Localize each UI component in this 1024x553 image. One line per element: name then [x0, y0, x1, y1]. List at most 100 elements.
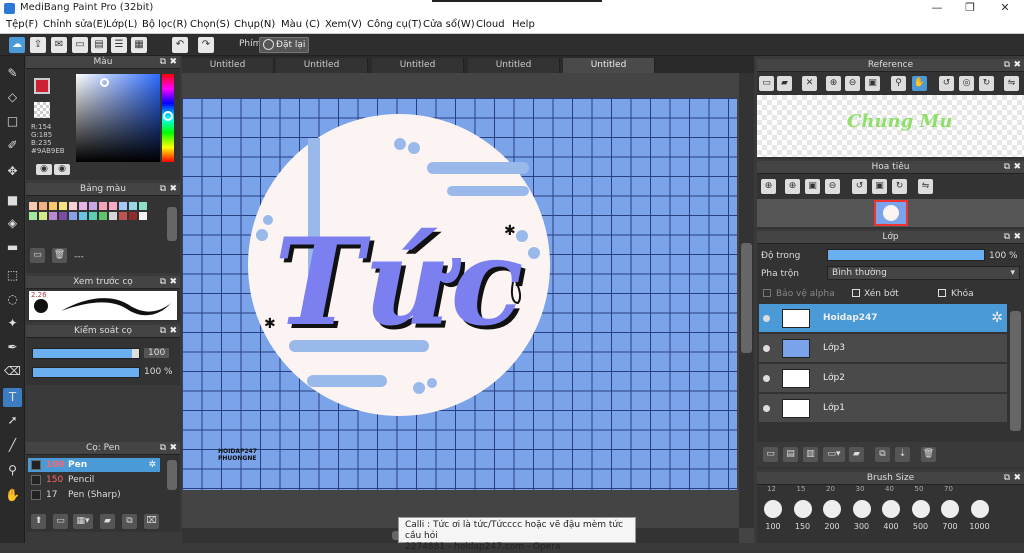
delete-palette-icon[interactable]: 🗑 [52, 248, 67, 263]
ref-reset-icon[interactable]: ◎ [959, 76, 974, 91]
palette-swatch[interactable] [139, 212, 147, 220]
add-brush-icon[interactable]: ⬆ [31, 514, 46, 529]
menu-tools[interactable]: Công cụ(T) [367, 19, 422, 30]
brush-item-pen[interactable]: 100 Pen ✲ [28, 458, 160, 472]
copy-brush-icon[interactable]: ⧉ [122, 514, 137, 529]
fill-rect-tool-icon[interactable]: ■ [3, 191, 22, 210]
palette-swatch[interactable] [79, 202, 87, 210]
brush-size-preset[interactable]: 1000 [966, 488, 994, 538]
palette-swatch[interactable] [29, 212, 37, 220]
nav-rotate-left-icon[interactable]: ↺ [852, 179, 867, 194]
tab-untitled-1[interactable]: Untitled [182, 58, 274, 73]
ref-hand-icon[interactable]: ✋ [912, 76, 927, 91]
close-icon[interactable]: ✕ [990, 1, 1020, 16]
undock-icon[interactable]: ⧉ [1004, 472, 1010, 485]
menu-select[interactable]: Chọn(S) [190, 19, 230, 30]
maximize-icon[interactable]: ❐ [955, 1, 985, 16]
palette-swatch[interactable] [39, 202, 47, 210]
cloud-icon[interactable]: ☁ [9, 37, 25, 53]
reset-button[interactable]: Đặt lại [259, 37, 309, 53]
layer-row-lop2[interactable]: Lớp2 [759, 364, 1007, 393]
menu-cloud[interactable]: Cloud [476, 19, 505, 30]
undock-icon[interactable]: ⧉ [160, 325, 166, 338]
ref-zoom-out-icon[interactable]: ⊖ [845, 76, 860, 91]
new-file-icon[interactable]: ▭ [72, 37, 88, 53]
brush-size-value[interactable]: 100 [144, 348, 170, 358]
layer-row-lop1[interactable]: Lớp1 [759, 394, 1007, 423]
divide-tool-icon[interactable]: ╱ [3, 436, 22, 455]
close-panel-icon[interactable]: ✖ [1013, 161, 1021, 174]
undock-icon[interactable]: ⧉ [1004, 161, 1010, 174]
tab-untitled-4[interactable]: Untitled [468, 58, 560, 73]
ref-flip-icon[interactable]: ⇋ [1004, 76, 1019, 91]
new-layer-icon[interactable]: ▭ [763, 447, 778, 462]
canvas-area[interactable]: ✱ ✱ Tức Tức HOIDAP247 PHUONGNE [182, 73, 754, 543]
brush-options-icon[interactable]: ▦▾ [73, 514, 93, 529]
reference-image-area[interactable]: Chung Mu [757, 95, 1024, 157]
ref-zoom-in-icon[interactable]: ⊕ [826, 76, 841, 91]
layer-visibility-icon[interactable] [763, 345, 770, 352]
color-mode-button-2[interactable]: ◉ [54, 164, 70, 175]
close-panel-icon[interactable]: ✖ [169, 325, 177, 338]
palette-swatch[interactable] [139, 202, 147, 210]
move-tool-icon[interactable]: ✥ [3, 162, 22, 181]
hue-slider[interactable] [162, 74, 174, 162]
palette-swatch[interactable] [89, 202, 97, 210]
redo-icon[interactable]: ↷ [198, 37, 214, 53]
navigator-preview[interactable] [757, 199, 1024, 227]
close-panel-icon[interactable]: ✖ [169, 276, 177, 289]
nav-reset-icon[interactable]: ▣ [872, 179, 887, 194]
brush-size-preset[interactable]: 400 [877, 488, 905, 538]
palette-swatch[interactable] [119, 202, 127, 210]
eyedropper-tool-icon[interactable]: ⚲ [3, 461, 22, 480]
layer-visibility-icon[interactable] [763, 405, 770, 412]
clipping-checkbox[interactable] [852, 289, 860, 297]
palette-swatch[interactable] [109, 212, 117, 220]
menu-edit[interactable]: Chỉnh sửa(E) [43, 19, 107, 30]
brush-opacity-slider[interactable] [32, 367, 140, 378]
close-panel-icon[interactable]: ✖ [169, 183, 177, 196]
share-icon[interactable]: ⇪ [30, 37, 46, 53]
palette-swatch[interactable] [29, 202, 37, 210]
close-panel-icon[interactable]: ✖ [1013, 472, 1021, 485]
menu-file[interactable]: Tệp(F) [6, 19, 38, 30]
layer-row-hoidap247[interactable]: Hoidap247 ✲ [759, 304, 1007, 333]
navigator-viewport[interactable] [874, 200, 908, 226]
merge-layer-icon[interactable]: ⇣ [895, 447, 910, 462]
undo-icon[interactable]: ↶ [172, 37, 188, 53]
protect-alpha-checkbox[interactable] [763, 289, 771, 297]
drawing-canvas[interactable]: ✱ ✱ Tức Tức HOIDAP247 PHUONGNE [182, 98, 737, 490]
primary-color-swatch[interactable] [34, 78, 50, 94]
new-8bit-layer-icon[interactable]: ▥ [803, 447, 818, 462]
lock-checkbox[interactable] [938, 289, 946, 297]
text-tool-icon[interactable]: T [3, 388, 22, 407]
blend-mode-select[interactable]: Bình thường ▾ [827, 266, 1020, 280]
layer-list-scrollbar[interactable] [1010, 311, 1021, 431]
hue-slider-handle[interactable] [163, 111, 173, 121]
close-panel-icon[interactable]: ✖ [169, 442, 177, 455]
brush-list-scrollbar[interactable] [167, 460, 177, 490]
operation-tool-icon[interactable]: ➚ [3, 411, 22, 430]
palette-swatch[interactable] [39, 212, 47, 220]
nav-zoom-in-icon[interactable]: ⊕ [785, 179, 800, 194]
tab-untitled-5[interactable]: Untitled [563, 58, 655, 73]
palette-swatch[interactable] [99, 212, 107, 220]
layer-opacity-slider[interactable] [827, 249, 985, 261]
ref-close-icon[interactable]: ✕ [802, 76, 817, 91]
undock-icon[interactable]: ⧉ [1004, 59, 1010, 72]
bucket-tool-icon[interactable]: ◈ [3, 214, 22, 233]
palette-swatch[interactable] [129, 202, 137, 210]
palette-swatch[interactable] [59, 202, 67, 210]
palette-swatch[interactable] [89, 212, 97, 220]
delete-brush-icon[interactable]: ⌧ [144, 514, 159, 529]
menu-layer[interactable]: Lớp(L) [106, 19, 137, 30]
menu-help[interactable]: Help [512, 19, 535, 30]
select-eraser-tool-icon[interactable]: ⌫ [3, 362, 22, 381]
brush-item-pencil[interactable]: 150 Pencil [28, 473, 160, 487]
brush-item-pen-sharp[interactable]: 17 Pen (Sharp) [28, 488, 160, 502]
new-halftone-layer-icon[interactable]: ▤ [783, 447, 798, 462]
dot-tool-icon[interactable]: ✐ [3, 136, 22, 155]
palette-swatch[interactable] [59, 212, 67, 220]
ref-open-icon[interactable]: ▰ [777, 76, 792, 91]
hand-tool-icon[interactable]: ✋ [3, 486, 22, 505]
